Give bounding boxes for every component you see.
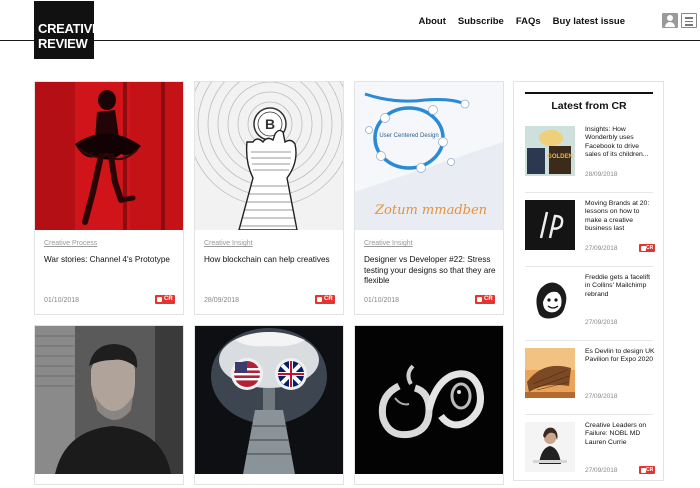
sidebar-article-date: 27/09/2018: [585, 319, 618, 326]
sidebar-article-title[interactable]: Es Devlin to design UK Pavilion for Expo…: [585, 348, 655, 365]
lock-icon: [155, 295, 175, 304]
sidebar-title: Latest from CR: [525, 92, 653, 112]
sidebar-article[interactable]: Moving Brands at 20: lessons on how to m…: [525, 194, 655, 266]
hamburger-menu-icon[interactable]: [681, 13, 697, 28]
svg-text:B: B: [265, 116, 275, 132]
handwritten-note: Zotum mmadben: [374, 203, 487, 218]
sidebar-article[interactable]: Es Devlin to design UK Pavilion for Expo…: [525, 342, 655, 414]
sidebar-article-date: 27/09/2018: [585, 467, 618, 474]
article-category[interactable]: Creative Insight: [204, 240, 253, 247]
article-category[interactable]: Creative Process: [44, 240, 97, 247]
article-title[interactable]: Designer vs Developer #22: Stress testin…: [364, 255, 496, 287]
sidebar-article-date: 28/09/2018: [585, 171, 618, 178]
logo-line-2: REVIEW: [38, 36, 88, 51]
sidebar-article-title[interactable]: Creative Leaders on Failure: NOBL MD Lau…: [585, 422, 655, 447]
article-title[interactable]: War stories: Channel 4's Prototype: [44, 255, 176, 266]
sidebar-article[interactable]: GOLDEN Insights: How Wonderbly uses Face…: [525, 120, 653, 192]
nav-buy-latest-issue[interactable]: Buy latest issue: [553, 16, 625, 27]
sidebar-article-title[interactable]: Freddie gets a facelift in Collins' Mail…: [585, 274, 655, 299]
nav-about[interactable]: About: [418, 16, 445, 27]
sidebar-divider: [525, 266, 653, 267]
lock-icon: [475, 295, 495, 304]
nav-subscribe[interactable]: Subscribe: [458, 16, 504, 27]
sidebar-article-date: 27/09/2018: [585, 245, 618, 252]
sidebar-thumbnail[interactable]: [525, 422, 575, 472]
diagram-center-label: User Centered Design: [379, 133, 438, 139]
thumbnail-book-title: GOLDEN: [547, 154, 573, 160]
lock-icon: [315, 295, 335, 304]
creative-review-logo[interactable]: CREATIVE REVIEW: [34, 1, 101, 59]
article-title[interactable]: How blockchain can help creatives: [204, 255, 336, 266]
logo-line-1: CREATIVE: [38, 21, 101, 36]
sidebar-divider: [525, 340, 653, 341]
sidebar-thumbnail[interactable]: [525, 348, 575, 398]
sidebar-article-title[interactable]: Moving Brands at 20: lessons on how to m…: [585, 200, 655, 234]
article-card[interactable]: [354, 325, 504, 485]
latest-from-cr-sidebar: Latest from CR GOLDEN Insights: How Wond…: [513, 81, 664, 481]
sidebar-thumbnail[interactable]: [525, 200, 575, 250]
article-card[interactable]: [194, 325, 344, 485]
article-card[interactable]: Creative Process War stories: Channel 4'…: [34, 81, 184, 315]
article-card[interactable]: B Creative Insight How blockchain can he…: [194, 81, 344, 315]
sidebar-divider: [525, 414, 653, 415]
article-image[interactable]: [195, 326, 343, 474]
article-date: 01/10/2018: [44, 297, 80, 304]
article-image[interactable]: User Centered Design Zotum mmadben: [355, 82, 503, 230]
article-card[interactable]: User Centered Design Zotum mmadben Creat…: [354, 81, 504, 315]
nav-faqs[interactable]: FAQs: [516, 16, 541, 27]
article-image[interactable]: [35, 326, 183, 474]
site-header: CREATIVE REVIEW About Subscribe FAQs Buy…: [0, 0, 700, 59]
article-date: 01/10/2018: [364, 297, 400, 304]
article-image[interactable]: [355, 326, 503, 474]
article-image[interactable]: [35, 82, 183, 230]
lock-icon: [639, 466, 655, 474]
article-category[interactable]: Creative Insight: [364, 240, 413, 247]
sidebar-thumbnail[interactable]: GOLDEN: [525, 126, 575, 176]
article-image[interactable]: B: [195, 82, 343, 230]
sidebar-divider: [525, 192, 653, 193]
article-date: 28/09/2018: [204, 297, 240, 304]
article-card[interactable]: [34, 325, 184, 485]
lock-icon: [639, 244, 655, 252]
sidebar-article[interactable]: Creative Leaders on Failure: NOBL MD Lau…: [525, 416, 655, 488]
sidebar-article-date: 27/09/2018: [585, 393, 618, 400]
sidebar-thumbnail[interactable]: [525, 274, 575, 324]
main-nav: About Subscribe FAQs Buy latest issue: [418, 16, 625, 27]
user-icon[interactable]: [662, 13, 678, 28]
sidebar-article-title[interactable]: Insights: How Wonderbly uses Facebook to…: [585, 126, 655, 160]
sidebar-article[interactable]: Freddie gets a facelift in Collins' Mail…: [525, 268, 653, 340]
